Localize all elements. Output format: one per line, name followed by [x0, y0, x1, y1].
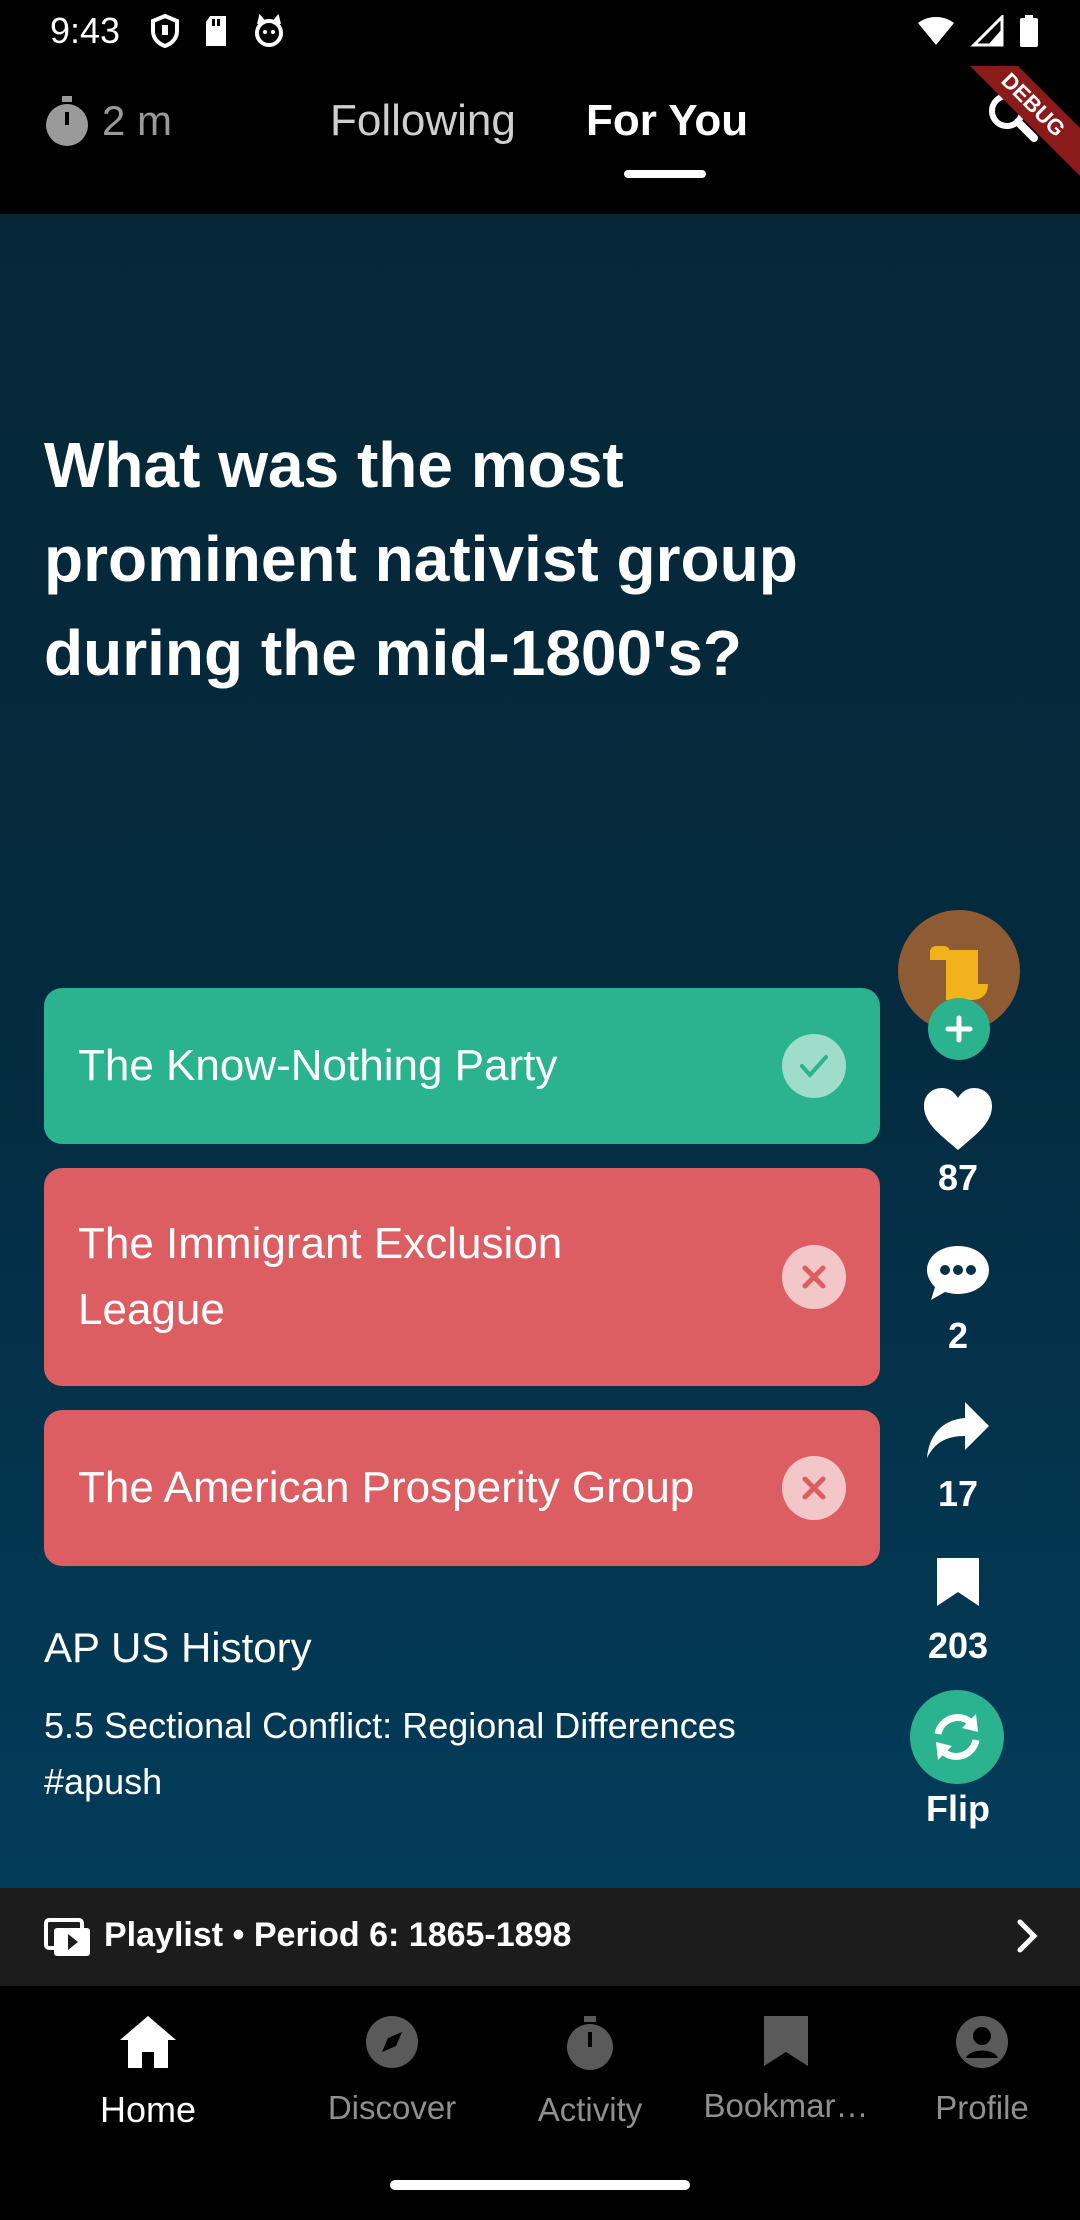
comment-count: 2: [947, 1315, 969, 1356]
check-icon: [782, 1034, 846, 1098]
tab-following[interactable]: Following: [330, 96, 516, 146]
answer-label: The Immigrant Exclusion League: [78, 1219, 563, 1334]
card-description: 5.5 Sectional Conflict: Regional Differe…: [44, 1705, 736, 1802]
plus-icon: [945, 1015, 973, 1043]
stopwatch-icon: [567, 2016, 613, 2070]
nav-discover[interactable]: Discover: [302, 2014, 482, 2127]
timer-text: 2 m: [102, 97, 173, 144]
sd-card-icon: [206, 16, 226, 46]
session-timer: 2 m: [42, 94, 172, 148]
like-button[interactable]: 87: [898, 1086, 1018, 1199]
playlist-label: Playlist • Period 6: 1865-1898: [104, 1916, 572, 1954]
nav-activity[interactable]: Activity: [500, 2014, 680, 2129]
wifi-icon: [918, 17, 954, 45]
chevron-right-icon: [1017, 1919, 1038, 1953]
question-card: What was the most prominent nativist gro…: [0, 214, 1080, 1888]
x-icon: [782, 1245, 846, 1309]
status-icons-right: [916, 14, 1040, 48]
top-bar: 2 m Following For You DEBUG: [0, 66, 1080, 214]
refresh-icon: [934, 1714, 980, 1760]
status-time: 9:43: [50, 10, 121, 51]
cat-icon: [255, 14, 283, 47]
heart-icon: [924, 1088, 992, 1150]
flip-button[interactable]: [910, 1690, 1004, 1784]
nav-label: Profile: [935, 2089, 1029, 2126]
nav-profile[interactable]: Profile: [892, 2014, 1072, 2127]
answer-label: The Know-Nothing Party: [78, 1041, 558, 1090]
compass-icon: [366, 2016, 418, 2068]
bookmark-button[interactable]: 203: [898, 1556, 1018, 1667]
share-icon: [927, 1402, 989, 1458]
home-indicator[interactable]: [390, 2180, 690, 2190]
stopwatch-icon: [46, 96, 88, 146]
nav-label: Home: [99, 2089, 197, 2130]
nav-label: Activity: [537, 2091, 643, 2128]
answer-option-wrong[interactable]: The American Prosperity Group: [44, 1410, 880, 1566]
comment-icon: [927, 1246, 989, 1300]
nav-label: Bookmar…: [703, 2087, 869, 2124]
battery-icon: [1020, 15, 1038, 47]
active-tab-indicator: [624, 170, 706, 178]
profile-icon: [956, 2016, 1008, 2068]
flip-label: Flip: [926, 1788, 990, 1829]
signal-icon: [970, 15, 1004, 47]
answer-option-correct[interactable]: The Know-Nothing Party: [44, 988, 880, 1144]
share-count: 17: [937, 1473, 979, 1514]
tab-for-you[interactable]: For You: [586, 96, 748, 146]
bookmark-count: 203: [927, 1625, 989, 1666]
nav-home[interactable]: Home: [58, 2014, 238, 2131]
bookmark-icon: [937, 1558, 979, 1606]
comment-button[interactable]: 2: [898, 1244, 1018, 1357]
x-icon: [782, 1456, 846, 1520]
answer-option-wrong[interactable]: The Immigrant Exclusion League: [44, 1168, 880, 1386]
subject-title: AP US History: [44, 1624, 312, 1671]
nav-label: Discover: [327, 2089, 457, 2126]
follow-button[interactable]: [928, 998, 990, 1060]
playlist-icon: [44, 1918, 90, 1956]
playlist-bar[interactable]: Playlist • Period 6: 1865-1898: [0, 1888, 1080, 1986]
like-count: 87: [937, 1157, 979, 1198]
status-icons-left: [150, 14, 286, 48]
shield-icon: [151, 14, 179, 48]
home-icon: [120, 2016, 176, 2068]
share-button[interactable]: 17: [898, 1400, 1018, 1515]
answer-label: The American Prosperity Group: [78, 1463, 695, 1512]
nav-bookmarks[interactable]: Bookmar…: [696, 2014, 876, 2125]
question-text: What was the most prominent nativist gro…: [44, 429, 798, 689]
bookmark-icon: [764, 2016, 808, 2066]
status-bar: 9:43: [0, 0, 1080, 66]
